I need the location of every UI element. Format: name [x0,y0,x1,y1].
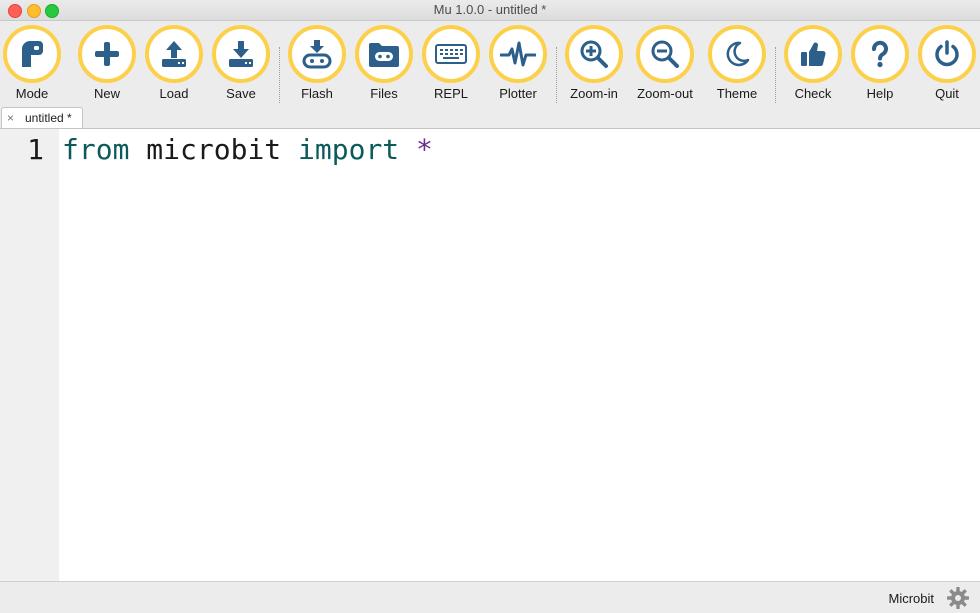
keyword-token: import [298,133,400,166]
theme-button[interactable]: Theme [702,25,772,105]
flash-button[interactable]: Flash [282,25,352,105]
keyboard-icon [435,44,467,64]
plotter-label: Plotter [499,86,537,101]
new-button[interactable]: New [72,25,142,105]
identifier-token: microbit [146,133,282,166]
new-label: New [93,86,120,101]
mode-button[interactable]: Mode [0,25,67,105]
thumbs-up-icon [801,42,826,67]
flash-icon [302,40,332,69]
current-mode-label: Microbit [888,591,934,606]
pulse-icon [500,41,536,67]
moon-icon [726,41,750,67]
help-button[interactable]: Help [845,25,915,105]
gear-icon[interactable] [946,586,970,610]
code-editor[interactable]: 1 from microbit import * [0,128,980,582]
window-title: Mu 1.0.0 - untitled * [433,2,547,17]
quit-button[interactable]: Quit [912,25,980,105]
toolbar-separator [775,47,776,103]
tab-close-button[interactable]: × [7,110,14,126]
title-bar: Mu 1.0.0 - untitled * [0,0,980,21]
help-label: Help [866,86,894,101]
power-icon [935,40,959,67]
zoom-in-icon [580,40,608,68]
toolbar: Mode New Load Save Flash Files REPL Plot… [0,21,980,106]
question-icon [872,40,888,68]
check-label: Check [794,86,832,101]
check-button[interactable]: Check [778,25,848,105]
zoom-out-icon [651,40,679,68]
save-label: Save [226,86,256,101]
plotter-button[interactable]: Plotter [483,25,553,105]
line-number: 1 [27,133,44,166]
status-bar: Microbit [0,581,980,613]
zoom-out-label: Zoom-out [637,86,693,101]
upload-icon [162,41,186,67]
code-line[interactable]: from microbit import * [62,132,433,168]
mode-icon [22,41,43,67]
tab-untitled[interactable]: × untitled * [1,107,83,128]
toolbar-separator [279,47,280,103]
keyword-token: from [62,133,130,166]
theme-label: Theme [716,86,758,101]
repl-label: REPL [434,86,468,101]
line-number-gutter: 1 [0,129,59,582]
zoom-out-button[interactable]: Zoom-out [630,25,700,105]
files-button[interactable]: Files [349,25,419,105]
files-label: Files [370,86,398,101]
operator-token: * [416,133,433,166]
flash-label: Flash [301,86,333,101]
save-button[interactable]: Save [206,25,276,105]
quit-label: Quit [935,86,959,101]
toolbar-separator [556,47,557,103]
tab-bar: × untitled * [0,106,980,128]
repl-button[interactable]: REPL [416,25,486,105]
folder-icon [369,43,399,67]
load-label: Load [159,86,189,101]
zoom-in-button[interactable]: Zoom-in [559,25,629,105]
load-button[interactable]: Load [139,25,209,105]
mode-label: Mode [15,86,49,101]
zoom-in-label: Zoom-in [570,86,618,101]
plus-icon [95,42,119,66]
download-icon [229,41,253,67]
tab-label: untitled * [25,111,72,125]
